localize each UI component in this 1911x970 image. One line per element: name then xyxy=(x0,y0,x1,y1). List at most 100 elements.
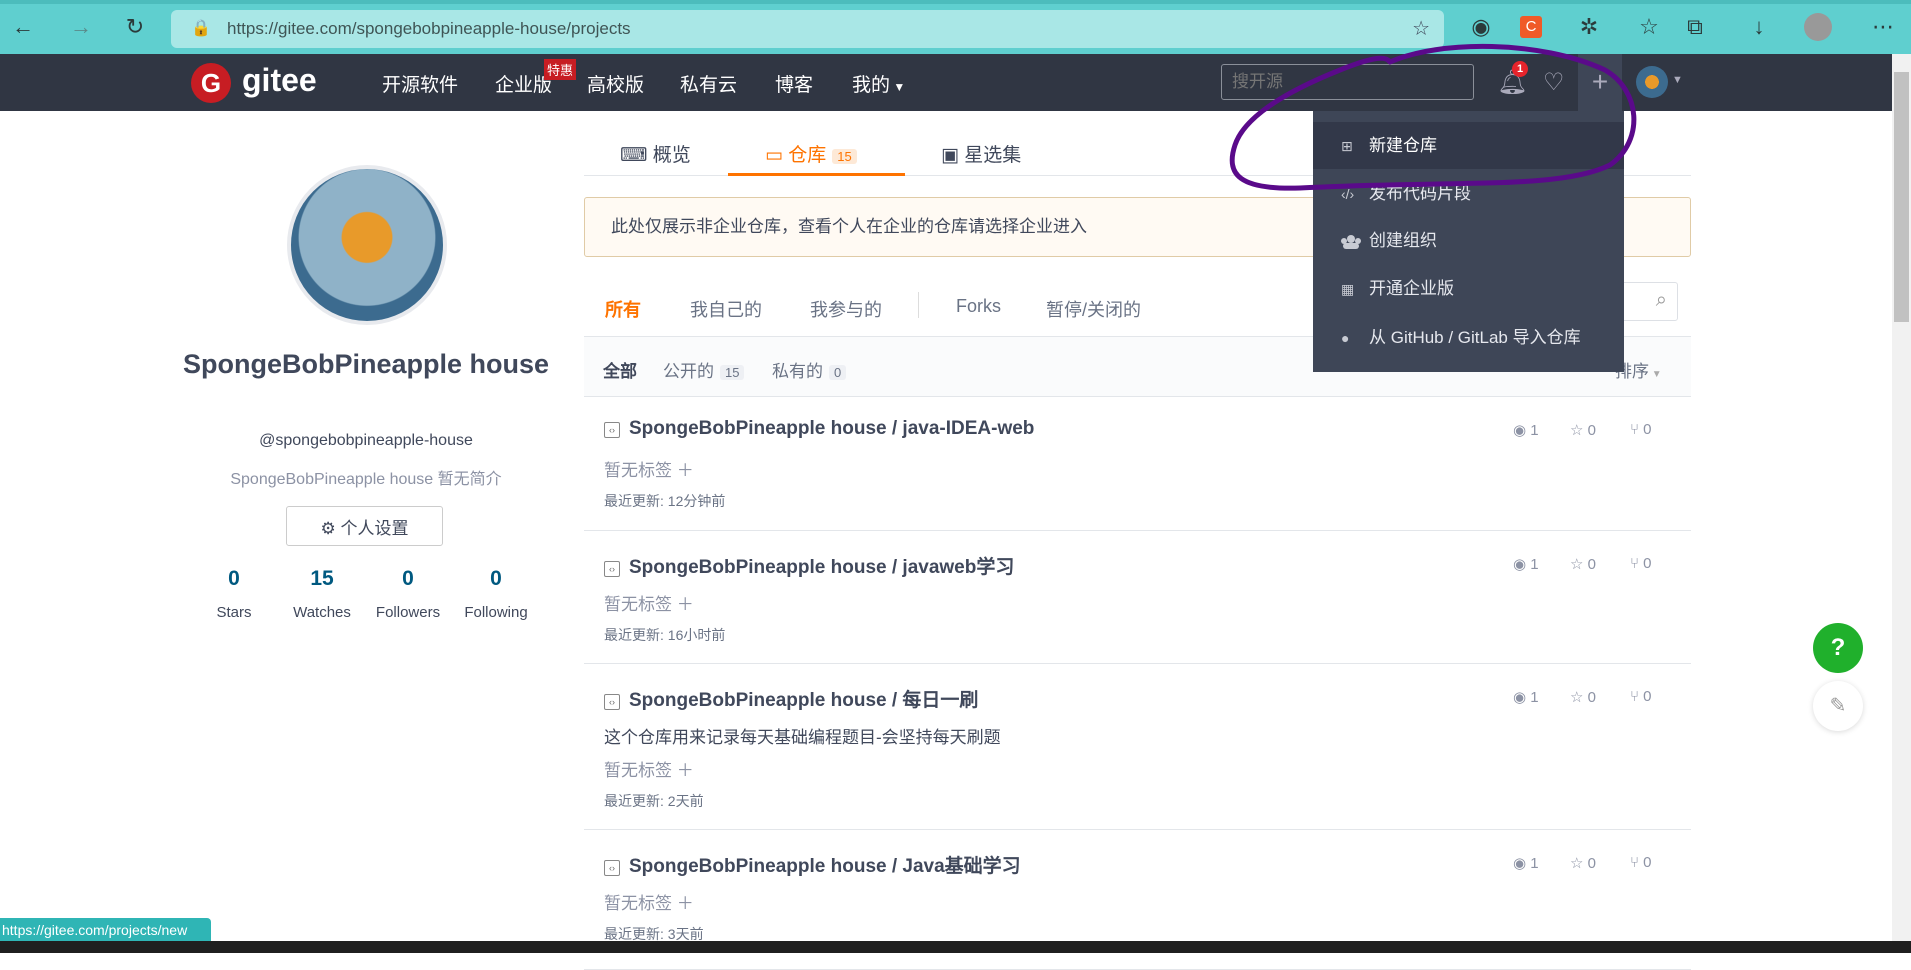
watch-count: 1 xyxy=(1530,422,1539,439)
subfilter-all[interactable]: 全部 xyxy=(603,357,637,382)
filter-closed[interactable]: 暂停/关闭的 xyxy=(1046,296,1141,322)
plus-square-icon: ⊞ xyxy=(1341,137,1353,154)
repo-code-icon: ‹› xyxy=(604,561,620,577)
repo-tags[interactable]: 暂无标签 ＋ xyxy=(604,456,694,481)
lightbulb-icon[interactable]: ♡ xyxy=(1543,68,1565,97)
nav-blog[interactable]: 博客 xyxy=(775,70,813,97)
fork-stat[interactable]: ⑂ 0 xyxy=(1630,421,1652,438)
subfilter-private[interactable]: 私有的 0 xyxy=(772,357,847,382)
filter-participated[interactable]: 我参与的 xyxy=(810,296,882,322)
tab-collections[interactable]: ▣ 星选集 xyxy=(941,140,1021,167)
filter-mine[interactable]: 我自己的 xyxy=(690,296,762,322)
stars-count[interactable]: 0 xyxy=(194,567,274,591)
extension-icon[interactable]: ◉ xyxy=(1466,12,1496,42)
repo-title-link[interactable]: ‹› SpongeBobPineapple house / javaweb学习 xyxy=(604,552,1014,579)
favorites-icon[interactable]: ☆ xyxy=(1634,12,1664,42)
fork-stat[interactable]: ⑂ 0 xyxy=(1630,555,1652,572)
star-stat[interactable]: ☆ 0 xyxy=(1570,688,1596,706)
nav-university[interactable]: 高校版 xyxy=(587,70,644,97)
nav-open-source[interactable]: 开源软件 xyxy=(382,70,458,97)
following-count[interactable]: 0 xyxy=(456,567,536,591)
fork-stat[interactable]: ⑂ 0 xyxy=(1630,854,1652,871)
filter-all[interactable]: 所有 xyxy=(605,296,641,322)
group-icon xyxy=(1341,232,1361,250)
repo-title: SpongeBobPineapple house / 每日一刷 xyxy=(629,690,979,711)
star-icon: ☆ xyxy=(1570,422,1588,439)
followers-count[interactable]: 0 xyxy=(368,567,448,591)
back-icon[interactable]: ← xyxy=(8,12,38,42)
help-button[interactable]: ? xyxy=(1813,623,1863,673)
fork-stat[interactable]: ⑂ 0 xyxy=(1630,688,1652,705)
tab-overview[interactable]: ⌨ 概览 xyxy=(620,140,691,167)
address-bar[interactable]: 🔒 https://gitee.com/spongebobpineapple-h… xyxy=(171,10,1444,48)
repo-tags[interactable]: 暂无标签 ＋ xyxy=(604,590,694,615)
menu-item-new-snippet[interactable]: ‹/› 发布代码片段 xyxy=(1313,170,1624,217)
code-icon: ⌨ xyxy=(620,145,653,166)
menu-item-label: 发布代码片段 xyxy=(1369,184,1471,203)
repo-tags[interactable]: 暂无标签 ＋ xyxy=(604,756,694,781)
puzzle-icon[interactable]: ✲ xyxy=(1574,12,1604,42)
collections-icon[interactable]: ⧉ xyxy=(1680,12,1710,42)
repo-title-link[interactable]: ‹› SpongeBobPineapple house / Java基础学习 xyxy=(604,851,1021,878)
star-icon: ☆ xyxy=(1570,689,1588,706)
lock-icon: 🔒 xyxy=(191,20,211,37)
repo-title: SpongeBobPineapple house / java-IDEA-web xyxy=(629,418,1035,439)
star-stat[interactable]: ☆ 0 xyxy=(1570,854,1596,872)
star-icon: ☆ xyxy=(1570,855,1588,872)
c-extension-icon[interactable]: C xyxy=(1520,16,1542,38)
tab-active-indicator xyxy=(728,173,905,176)
repo-title-link[interactable]: ‹› SpongeBobPineapple house / 每日一刷 xyxy=(604,685,978,712)
plus-icon[interactable]: + xyxy=(1578,54,1622,111)
download-icon[interactable]: ↓ xyxy=(1744,12,1774,42)
user-avatar[interactable] xyxy=(1636,66,1668,98)
watch-stat[interactable]: ◉ 1 xyxy=(1513,421,1539,439)
tab-repos[interactable]: ▭ 仓库 15 xyxy=(765,140,857,167)
menu-item-label: 从 GitHub / GitLab 导入仓库 xyxy=(1369,328,1581,347)
logo-text[interactable]: gitee xyxy=(242,62,317,99)
menu-item-new-repo[interactable]: ⊞ 新建仓库 xyxy=(1313,122,1624,169)
profile-icon[interactable] xyxy=(1804,13,1832,41)
repo-updated: 最近更新: 12分钟前 xyxy=(604,493,726,509)
subfilter-label: 私有的 xyxy=(772,362,823,381)
scrollbar-thumb[interactable] xyxy=(1894,72,1909,322)
fork-icon: ⑂ xyxy=(1630,854,1644,871)
watch-count: 1 xyxy=(1530,689,1539,706)
favorite-icon[interactable]: ☆ xyxy=(1412,16,1430,41)
repo-title-link[interactable]: ‹› SpongeBobPineapple house / java-IDEA-w… xyxy=(604,418,1034,440)
filter-forks[interactable]: Forks xyxy=(956,296,1001,317)
nav-mine-label: 我的 xyxy=(852,75,891,96)
following-label: Following xyxy=(464,604,528,621)
browser-toolbar: ← → ↻ 🔒 https://gitee.com/spongebobpinea… xyxy=(0,0,1911,54)
watch-stat[interactable]: ◉ 1 xyxy=(1513,854,1539,872)
menu-item-new-org[interactable]: 创建组织 xyxy=(1313,217,1624,264)
repo-tags[interactable]: 暂无标签 ＋ xyxy=(604,889,694,914)
repo-list-item: ‹› SpongeBobPineapple house / java-IDEA-w… xyxy=(584,397,1691,531)
personal-settings-button[interactable]: ⚙ 个人设置 xyxy=(286,506,443,546)
repo-count-badge: 15 xyxy=(832,149,857,164)
watch-stat[interactable]: ◉ 1 xyxy=(1513,688,1539,706)
repo-code-icon: ‹› xyxy=(604,694,620,710)
more-icon[interactable]: ⋯ xyxy=(1868,12,1898,42)
forward-icon[interactable]: → xyxy=(66,12,96,42)
reload-icon[interactable]: ↻ xyxy=(120,12,150,42)
repo-list-item: ‹› SpongeBobPineapple house / 每日一刷 这个仓库用来… xyxy=(584,664,1691,830)
feedback-edit-icon[interactable]: ✎ xyxy=(1813,681,1863,731)
menu-item-enterprise[interactable]: ▦ 开通企业版 xyxy=(1313,265,1624,312)
nav-private-cloud[interactable]: 私有云 xyxy=(680,70,737,97)
caret-down-icon: ▼ xyxy=(1672,74,1683,86)
star-stat[interactable]: ☆ 0 xyxy=(1570,555,1596,573)
subfilter-public[interactable]: 公开的 15 xyxy=(663,357,745,382)
subfilter-label: 公开的 xyxy=(663,362,714,381)
star-icon: ☆ xyxy=(1570,556,1588,573)
top-nav: G gitee 开源软件 企业版 特惠 高校版 私有云 博客 我的 ▼ 🔔︎ 1… xyxy=(0,54,1892,111)
search-input[interactable] xyxy=(1221,64,1474,100)
nav-mine[interactable]: 我的 ▼ xyxy=(852,70,905,97)
menu-item-import[interactable]: ● 从 GitHub / GitLab 导入仓库 xyxy=(1313,314,1624,361)
watches-count[interactable]: 15 xyxy=(282,567,362,591)
tab-label: 仓库 xyxy=(788,145,827,166)
watch-count: 1 xyxy=(1530,556,1539,573)
star-stat[interactable]: ☆ 0 xyxy=(1570,421,1596,439)
watch-stat[interactable]: ◉ 1 xyxy=(1513,555,1539,573)
gitee-logo-icon[interactable]: G xyxy=(191,63,231,103)
profile-bio: SpongeBobPineapple house 暂无简介 xyxy=(230,471,502,488)
